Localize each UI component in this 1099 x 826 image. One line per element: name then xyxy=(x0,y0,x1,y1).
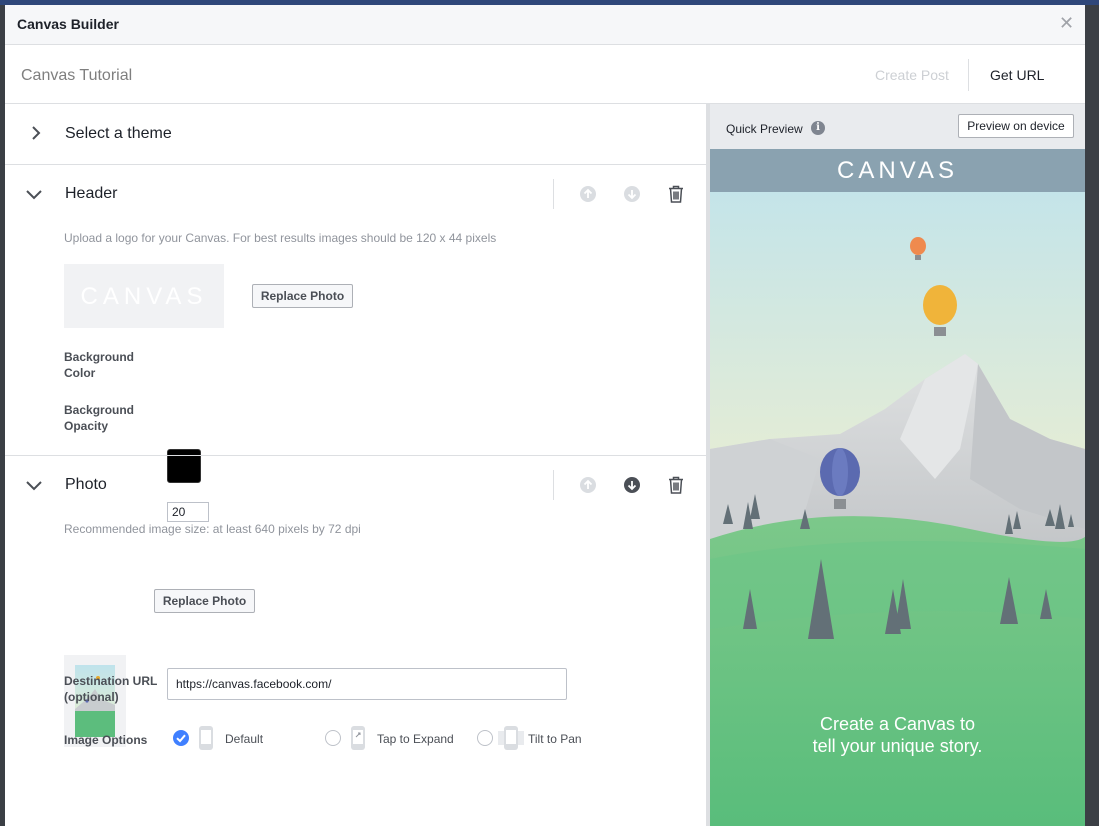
canvas-preview: CANVAS Create a Canvas to tell your uniq… xyxy=(710,149,1085,826)
preview-tagline-line-1: Create a Canvas to xyxy=(819,714,976,734)
logo-hint: Upload a logo for your Canvas. For best … xyxy=(64,231,497,245)
phone-expand-icon xyxy=(351,726,365,750)
preview-header-bar: CANVAS xyxy=(710,149,1085,192)
default-radio[interactable] xyxy=(173,730,189,746)
image-options-label: Image Options xyxy=(64,733,148,747)
photo-section-title: Photo xyxy=(65,476,107,493)
get-url-button[interactable]: Get URL xyxy=(990,67,1044,83)
trash-icon[interactable] xyxy=(668,185,684,203)
move-up-icon[interactable] xyxy=(579,476,597,494)
dialog-title: Canvas Builder xyxy=(17,16,119,32)
destination-url-label: Destination URL (optional) xyxy=(64,674,158,704)
quick-preview-label: Quick Preview xyxy=(726,122,803,136)
tap-to-expand-radio[interactable] xyxy=(325,730,341,746)
preview-on-device-button[interactable]: Preview on device xyxy=(958,114,1074,138)
canvas-builder-dialog: Canvas Builder ✕ Canvas Tutorial Create … xyxy=(5,5,1085,826)
preview-tagline-line-2: tell your unique story. xyxy=(812,736,983,756)
destination-url-input[interactable] xyxy=(167,668,567,700)
preview-header-text: CANVAS xyxy=(837,157,958,184)
window-right-strip xyxy=(1085,5,1099,826)
checkmark-icon xyxy=(176,734,186,743)
replace-photo-button[interactable]: Replace Photo xyxy=(154,589,255,613)
default-option-label: Default xyxy=(225,732,264,746)
background-color-label: Background Color xyxy=(64,350,135,380)
canvas-name: Canvas Tutorial xyxy=(21,67,133,84)
tilt-to-pan-radio[interactable] xyxy=(477,730,493,746)
subheader-divider xyxy=(968,59,969,91)
theme-section-title: Select a theme xyxy=(65,125,172,142)
quick-preview-pane: Quick Preview i Preview on device CANVAS… xyxy=(710,104,1085,826)
tap-to-expand-label: Tap to Expand xyxy=(377,732,454,746)
background-opacity-input[interactable] xyxy=(167,502,209,522)
move-down-icon[interactable] xyxy=(623,476,641,494)
dialog-titlebar: Canvas Builder ✕ xyxy=(5,5,1085,45)
logo-text: CANVAS xyxy=(80,283,208,310)
phone-tilt-icon xyxy=(498,726,524,750)
logo-preview: CANVAS xyxy=(64,264,224,328)
chevron-right-icon xyxy=(32,126,41,140)
close-icon[interactable]: ✕ xyxy=(1059,13,1074,33)
controls-divider xyxy=(553,179,554,209)
editor-pane: Select a theme Header Upload a logo for … xyxy=(5,104,706,826)
tilt-to-pan-label: Tilt to Pan xyxy=(528,732,582,746)
header-section-title: Header xyxy=(65,185,118,202)
chevron-down-icon[interactable] xyxy=(26,188,42,200)
background-opacity-label: Background Opacity xyxy=(64,403,135,433)
canvas-subheader: Canvas Tutorial Create Post Get URL xyxy=(5,46,1085,104)
controls-divider xyxy=(553,470,554,500)
photo-hint: Recommended image size: at least 640 pix… xyxy=(64,522,361,536)
create-post-button[interactable]: Create Post xyxy=(875,67,949,83)
info-icon[interactable]: i xyxy=(811,121,825,135)
section-divider xyxy=(5,455,706,456)
section-divider xyxy=(5,164,706,165)
replace-logo-button[interactable]: Replace Photo xyxy=(252,284,353,308)
move-up-icon[interactable] xyxy=(579,185,597,203)
trash-icon[interactable] xyxy=(668,476,684,494)
chevron-down-icon[interactable] xyxy=(26,479,42,491)
phone-default-icon xyxy=(199,726,213,750)
move-down-icon[interactable] xyxy=(623,185,641,203)
